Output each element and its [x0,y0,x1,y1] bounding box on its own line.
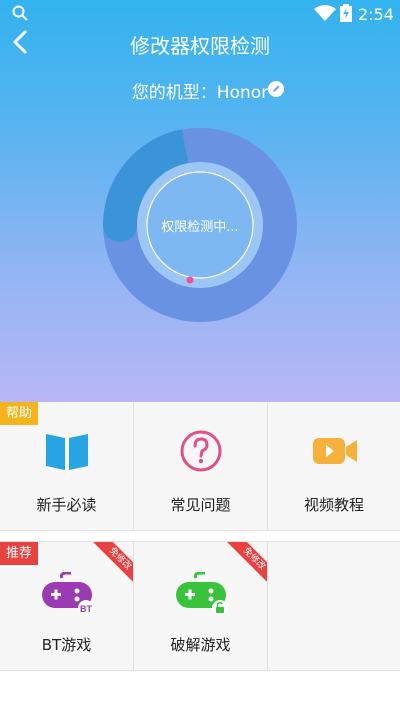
svg-text:BT: BT [80,604,92,614]
header-background: 2:54 修改器权限检测 您的机型：Honor 权限检测中... [0,0,400,402]
gauge-status-text: 权限检测中... [161,220,239,235]
divider [0,670,400,671]
status-bar: 2:54 [0,0,400,28]
device-model-label: 您的机型：Honor [131,83,269,103]
menu-item-label: 视频教程 [303,496,364,514]
menu-item-faq[interactable]: 常见问题 [134,402,268,530]
menu-item-beginner-guide[interactable]: 帮助 新手必读 [0,402,134,530]
menu-item-cracked-games[interactable]: 免修改 破解游戏 [134,542,268,670]
edit-model-button[interactable] [268,81,284,97]
menu-item-bt-games[interactable]: 推荐 免修改 BT BT游戏 [0,542,134,670]
question-icon [180,430,222,472]
page-title: 修改器权限检测 [130,34,270,58]
clock: 2:54 [358,5,394,24]
gauge-indicator-dot [186,276,194,284]
search-icon[interactable] [12,5,28,21]
help-section-tag: 帮助 [0,402,39,425]
title-bar: 修改器权限检测 [0,28,400,58]
menu-item-empty [268,542,400,670]
menu-grid: 帮助 新手必读 常见问题 视频教程 推荐 免修改 BT BT游戏 免修改 破解游… [0,402,400,712]
ribbon-text: 免修改 [90,542,133,586]
device-model: 您的机型：Honor [0,78,400,103]
recommend-section-tag: 推荐 [0,542,39,565]
section-spacer [0,531,400,541]
menu-item-video-tutorial[interactable]: 视频教程 [268,402,400,530]
gamepad-bt-icon: BT [42,572,94,616]
menu-item-label: 新手必读 [36,496,97,514]
gamepad-unlock-icon [176,572,228,616]
wifi-icon [314,5,336,21]
ribbon-text: 免修改 [224,542,267,586]
menu-item-label: 常见问题 [170,496,231,514]
menu-item-label: 破解游戏 [170,636,231,654]
pencil-icon [273,85,280,92]
menu-item-label: BT游戏 [41,636,92,654]
book-icon [46,434,88,470]
video-camera-icon [313,438,357,464]
battery-charging-icon [340,4,352,22]
